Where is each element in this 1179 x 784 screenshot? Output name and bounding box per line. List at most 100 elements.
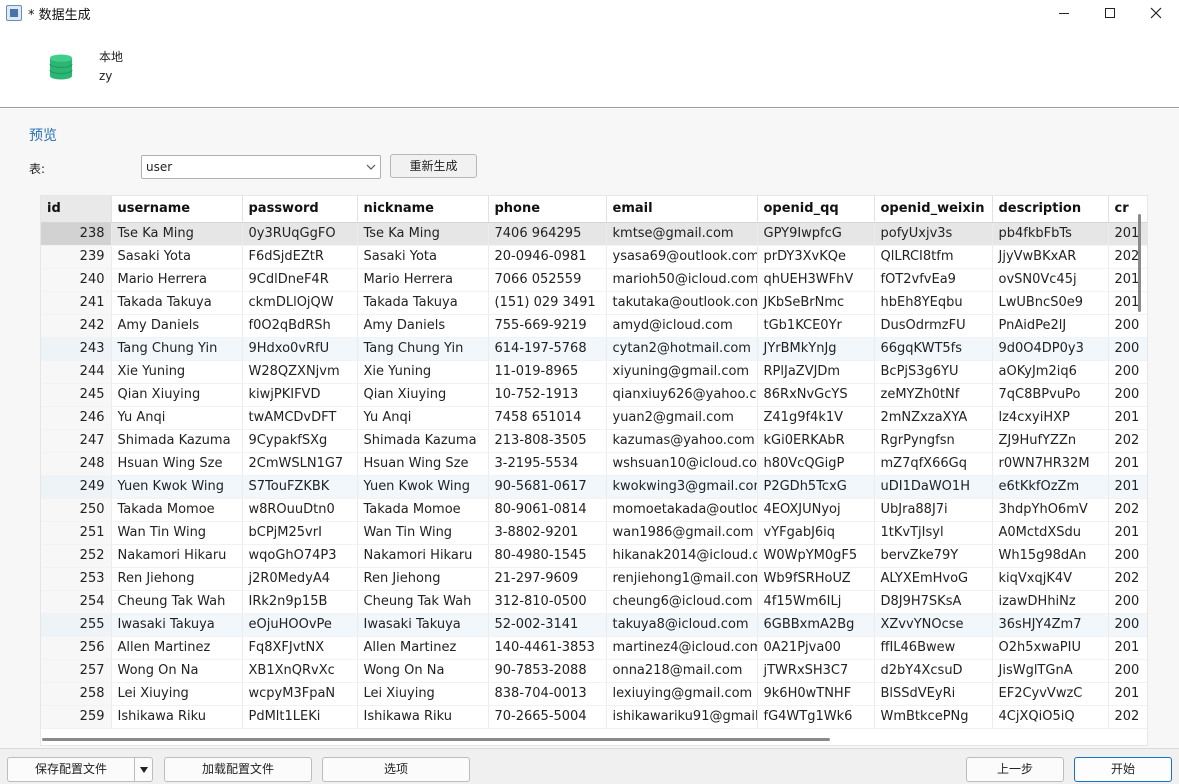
- cell-username[interactable]: Ren Jiehong: [111, 567, 243, 591]
- cell-phone[interactable]: 21-297-9609: [488, 567, 607, 591]
- table-row[interactable]: 246 Yu Anqi twAMCDvDFT Yu Anqi 7458 651014 yu…: [41, 406, 1147, 430]
- cell-username[interactable]: Wan Tin Wing: [111, 521, 243, 545]
- cell-openid-qq[interactable]: h80VcQGigP: [757, 452, 875, 476]
- table-row[interactable]: 244 Xie Yuning W28QZXNjvm Xie Yuning 11-019-…: [41, 360, 1147, 384]
- cell-password[interactable]: XB1XnQRvXc: [242, 659, 358, 683]
- cell-nickname[interactable]: Lei Xiuying: [357, 682, 489, 706]
- cell-email[interactable]: yuan2@gmail.com: [606, 406, 758, 430]
- cell-phone[interactable]: 11-019-8965: [488, 360, 607, 384]
- cell-description[interactable]: kiqVxqjK4V: [992, 567, 1109, 591]
- table-row[interactable]: 258 Lei Xiuying wcpyM3FpaN Lei Xiuying 838-7…: [41, 682, 1147, 706]
- table-row[interactable]: 256 Allen Martinez Fq8XFJvtNX Allen Martine…: [41, 636, 1147, 660]
- cell-nickname[interactable]: Takada Momoe: [357, 498, 489, 522]
- cell-nickname[interactable]: Xie Yuning: [357, 360, 489, 384]
- cell-openid-qq[interactable]: P2GDh5TcxG: [757, 475, 875, 499]
- cell-username[interactable]: Hsuan Wing Sze: [111, 452, 243, 476]
- cell-phone[interactable]: 20-0946-0981: [488, 245, 607, 269]
- table-row[interactable]: 253 Ren Jiehong j2R0MedyA4 Ren Jiehong 21-29…: [41, 567, 1147, 591]
- cell-id[interactable]: 247: [41, 429, 112, 453]
- cell-password[interactable]: wqoGhO74P3: [242, 544, 358, 568]
- cell-password[interactable]: bCPjM25vrI: [242, 521, 358, 545]
- cell-description[interactable]: A0MctdXSdu: [992, 521, 1109, 545]
- table-row[interactable]: 251 Wan Tin Wing bCPjM25vrI Wan Tin Wing 3-8…: [41, 521, 1147, 545]
- cell-id[interactable]: 246: [41, 406, 112, 430]
- cell-openid-qq[interactable]: 4EOXJUNyoj: [757, 498, 875, 522]
- column-header-username[interactable]: username: [111, 196, 243, 223]
- cell-email[interactable]: cytan2@hotmail.com: [606, 337, 758, 361]
- cell-password[interactable]: w8ROuuDtn0: [242, 498, 358, 522]
- cell-password[interactable]: j2R0MedyA4: [242, 567, 358, 591]
- cell-id[interactable]: 241: [41, 291, 112, 315]
- cell-openid-weixin[interactable]: uDI1DaWO1H: [874, 475, 993, 499]
- table-row[interactable]: 252 Nakamori Hikaru wqoGhO74P3 Nakamori Hik…: [41, 544, 1147, 568]
- cell-password[interactable]: W28QZXNjvm: [242, 360, 358, 384]
- cell-phone[interactable]: 755-669-9219: [488, 314, 607, 338]
- cell-id[interactable]: 258: [41, 682, 112, 706]
- cell-openid-weixin[interactable]: 1tKvTjIsyl: [874, 521, 993, 545]
- cell-password[interactable]: f0O2qBdRSh: [242, 314, 358, 338]
- cell-nickname[interactable]: Amy Daniels: [357, 314, 489, 338]
- cell-openid-qq[interactable]: prDY3XvKQe: [757, 245, 875, 269]
- previous-button[interactable]: 上一步: [966, 757, 1064, 782]
- cell-nickname[interactable]: Wong On Na: [357, 659, 489, 683]
- column-header-phone[interactable]: phone: [488, 196, 607, 223]
- cell-nickname[interactable]: Yuen Kwok Wing: [357, 475, 489, 499]
- save-config-button[interactable]: 保存配置文件: [7, 757, 153, 782]
- cell-openid-qq[interactable]: vYFgabJ6iq: [757, 521, 875, 545]
- cell-email[interactable]: hikanak2014@icloud.com: [606, 544, 758, 568]
- cell-openid-qq[interactable]: jTWRxSH3C7: [757, 659, 875, 683]
- cell-username[interactable]: Sasaki Yota: [111, 245, 243, 269]
- cell-openid-qq[interactable]: GPY9IwpfcG: [757, 222, 875, 246]
- cell-email[interactable]: martinez4@icloud.com: [606, 636, 758, 660]
- cell-email[interactable]: momoetakada@outlook.com: [606, 498, 758, 522]
- cell-nickname[interactable]: Ishikawa Riku: [357, 705, 489, 729]
- cell-username[interactable]: Tse Ka Ming: [111, 222, 243, 246]
- cell-email[interactable]: lexiuying@gmail.com: [606, 682, 758, 706]
- cell-password[interactable]: IRk2n9p15B: [242, 590, 358, 614]
- table-row[interactable]: 259 Ishikawa Riku PdMlt1LEKi Ishikawa Riku 7…: [41, 705, 1147, 729]
- cell-description[interactable]: ovSN0Vc45j: [992, 268, 1109, 292]
- cell-openid-qq[interactable]: JYrBMkYnJg: [757, 337, 875, 361]
- cell-phone[interactable]: 90-7853-2088: [488, 659, 607, 683]
- cell-openid-weixin[interactable]: hbEh8YEqbu: [874, 291, 993, 315]
- cell-openid-weixin[interactable]: DusOdrmzFU: [874, 314, 993, 338]
- cell-nickname[interactable]: Ren Jiehong: [357, 567, 489, 591]
- close-button[interactable]: [1133, 0, 1179, 26]
- column-header-description[interactable]: description: [992, 196, 1109, 223]
- table-row[interactable]: 239 Sasaki Yota F6dSjdEZtR Sasaki Yota 20-09…: [41, 245, 1147, 269]
- cell-id[interactable]: 240: [41, 268, 112, 292]
- cell-openid-weixin[interactable]: UbJra88J7i: [874, 498, 993, 522]
- cell-id[interactable]: 256: [41, 636, 112, 660]
- cell-openid-weixin[interactable]: 2mNZxzaXYA: [874, 406, 993, 430]
- cell-phone[interactable]: 312-810-0500: [488, 590, 607, 614]
- table-select[interactable]: user: [141, 155, 381, 179]
- cell-description[interactable]: JisWglTGnA: [992, 659, 1109, 683]
- cell-phone[interactable]: 80-4980-1545: [488, 544, 607, 568]
- cell-nickname[interactable]: Tang Chung Yin: [357, 337, 489, 361]
- cell-phone[interactable]: 10-752-1913: [488, 383, 607, 407]
- cell-password[interactable]: wcpyM3FpaN: [242, 682, 358, 706]
- cell-email[interactable]: kwokwing3@gmail.com: [606, 475, 758, 499]
- cell-openid-weixin[interactable]: ALYXEmHvoG: [874, 567, 993, 591]
- cell-id[interactable]: 244: [41, 360, 112, 384]
- cell-openid-qq[interactable]: W0WpYM0gF5: [757, 544, 875, 568]
- table-row[interactable]: 255 Iwasaki Takuya eOjuHOOvPe Iwasaki Takuy…: [41, 613, 1147, 637]
- cell-password[interactable]: ckmDLlOjQW: [242, 291, 358, 315]
- cell-email[interactable]: cheung6@icloud.com: [606, 590, 758, 614]
- cell-email[interactable]: marioh50@icloud.com: [606, 268, 758, 292]
- cell-description[interactable]: 7qC8BPvuPo: [992, 383, 1109, 407]
- cell-openid-qq[interactable]: 9k6H0wTNHF: [757, 682, 875, 706]
- cell-email[interactable]: ishikawariku91@gmail.com: [606, 705, 758, 729]
- cell-description[interactable]: lz4cxyiHXP: [992, 406, 1109, 430]
- cell-description[interactable]: e6tKkfOzZm: [992, 475, 1109, 499]
- cell-nickname[interactable]: Takada Takuya: [357, 291, 489, 315]
- column-header-nickname[interactable]: nickname: [357, 196, 489, 223]
- cell-id[interactable]: 245: [41, 383, 112, 407]
- cell-description[interactable]: aOKyJm2iq6: [992, 360, 1109, 384]
- cell-username[interactable]: Ishikawa Riku: [111, 705, 243, 729]
- cell-id[interactable]: 252: [41, 544, 112, 568]
- cell-openid-qq[interactable]: 4f15Wm6ILj: [757, 590, 875, 614]
- cell-openid-weixin[interactable]: XZvvYNOcse: [874, 613, 993, 637]
- cell-openid-qq[interactable]: tGb1KCE0Yr: [757, 314, 875, 338]
- cell-openid-weixin[interactable]: pofyUxjv3s: [874, 222, 993, 246]
